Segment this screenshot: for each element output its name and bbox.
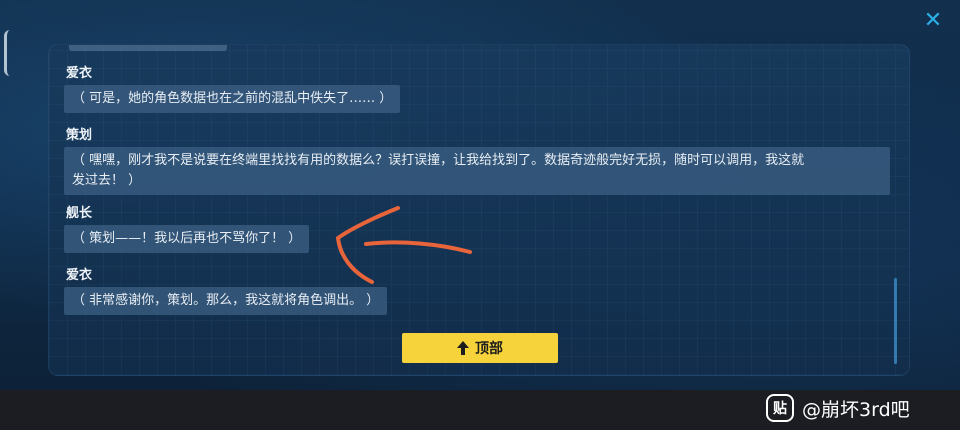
dialogue-text: （ 可是，她的角色数据也在之前的混乱中佚失了…… ） [72,91,393,106]
hand-drawn-arrow-annotation [335,206,472,284]
left-edge-bracket [4,30,10,76]
dialogue-line: （ 策划——！我以后再也不骂你了！ ） [64,225,310,253]
watermark-text: @崩坏3rd吧 [802,398,910,421]
dialogue-line: （ 非常感谢你，策划。那么，我这就将角色调出。 ） [64,287,388,315]
scroll-to-top-button[interactable]: 顶部 [402,333,558,363]
dialogue-text: （ 策划——！我以后再也不骂你了！ ） [72,231,302,246]
dialogue-text: （ 嘿嘿，刚才我不是说要在终端里找找有用的数据么？误打误撞，让我给找到了。数据奇… [72,153,805,168]
scrollbar[interactable] [894,278,897,364]
speaker-name: 舰长 [66,206,93,221]
speaker-name: 策划 [66,128,93,143]
top-button-label: 顶部 [475,341,503,357]
watermark: 贴 @崩坏3rd吧 [766,392,910,424]
tieba-icon: 贴 [766,394,794,422]
close-icon[interactable]: ✕ [920,8,946,34]
speaker-name: 爱衣 [66,268,93,283]
dialogue-line: （ 嘿嘿，刚才我不是说要在终端里找找有用的数据么？误打误撞，让我给找到了。数据奇… [64,147,890,195]
dialogue-line: （ 可是，她的角色数据也在之前的混乱中佚失了…… ） [64,85,401,113]
panel-top-strip [69,45,227,51]
speaker-name: 爱衣 [66,66,93,81]
arrow-up-icon [457,341,469,355]
dialogue-text: 发过去！ ） [72,173,142,188]
game-screen: ✕ 爱衣 （ 可是，她的角色数据也在之前的混乱中佚失了…… ） 策划 （ 嘿嘿，… [0,0,960,390]
dialogue-text: （ 非常感谢你，策划。那么，我这就将角色调出。 ） [72,293,380,308]
